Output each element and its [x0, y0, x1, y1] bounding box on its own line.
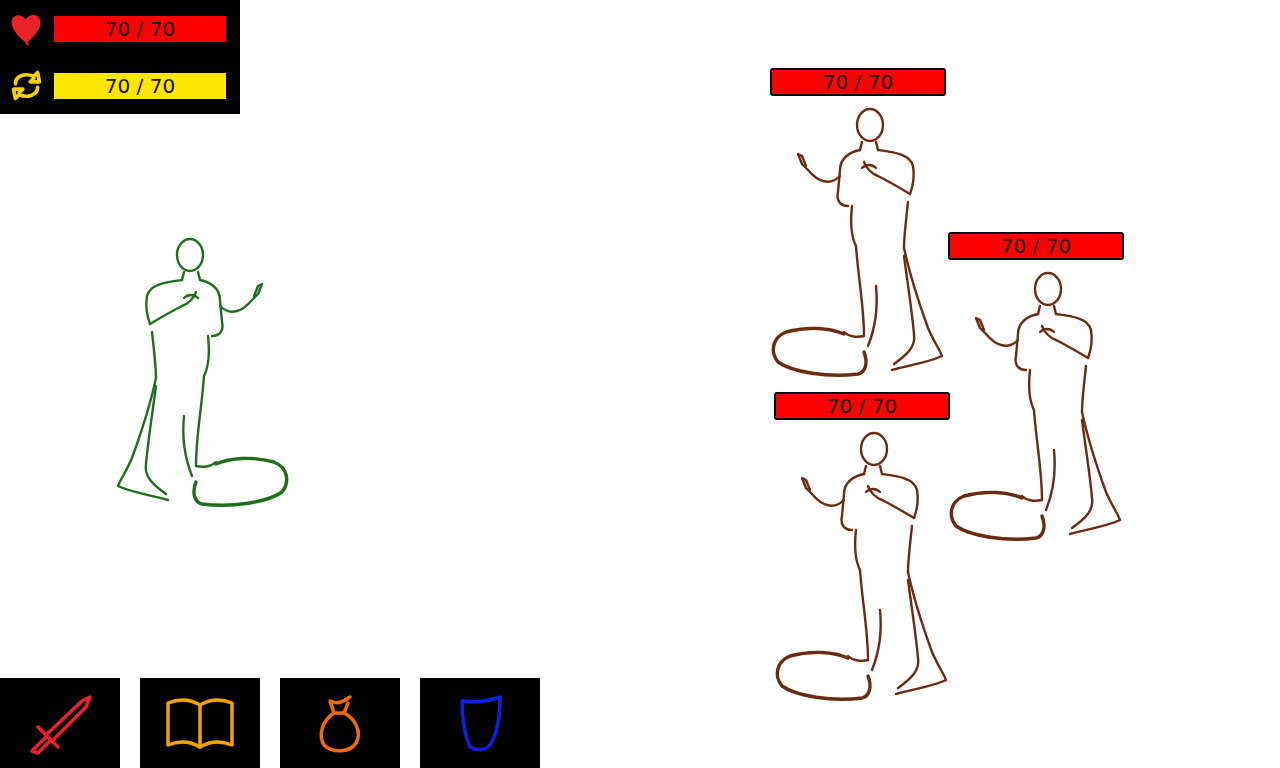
enemy-health-bar: 70 / 70 [948, 232, 1124, 260]
item-button[interactable] [280, 678, 400, 768]
player-figure[interactable] [112, 236, 292, 511]
player-status-panel: 70 / 70 70 / 70 [0, 0, 240, 114]
health-row: 70 / 70 [8, 10, 226, 47]
book-icon [160, 691, 240, 755]
enemy-unit[interactable]: 70 / 70 [772, 392, 952, 705]
enemy-health-bar: 70 / 70 [770, 68, 946, 96]
battle-screen: 70 / 70 70 / 70 70 / 70 70 / 70 70 / 70 [0, 0, 1280, 768]
bar-reading: 70 / 70 [827, 394, 897, 418]
heart-icon [8, 10, 45, 47]
energy-bar: 70 / 70 [54, 73, 226, 99]
bar-reading: 70 / 70 [105, 74, 175, 98]
energy-row: 70 / 70 [8, 67, 226, 104]
enemy-figure[interactable] [768, 106, 948, 381]
enemy-health: 70 / 70 [770, 68, 946, 96]
sword-icon [20, 691, 100, 755]
shield-icon [440, 691, 520, 755]
enemy-figure[interactable] [946, 270, 1126, 545]
enemy-health: 70 / 70 [948, 232, 1124, 260]
enemy-unit[interactable]: 70 / 70 [946, 232, 1126, 545]
attack-button[interactable] [0, 678, 120, 768]
action-bar [0, 678, 540, 768]
enemy-health: 70 / 70 [774, 392, 950, 420]
bar-reading: 70 / 70 [1001, 234, 1071, 258]
enemy-figure[interactable] [772, 430, 952, 705]
enemy-health-bar: 70 / 70 [774, 392, 950, 420]
health-bar: 70 / 70 [54, 16, 226, 42]
defend-button[interactable] [420, 678, 540, 768]
enemy-unit[interactable]: 70 / 70 [768, 68, 948, 381]
spell-button[interactable] [140, 678, 260, 768]
player-unit [112, 236, 292, 511]
bag-icon [300, 691, 380, 755]
bar-reading: 70 / 70 [823, 70, 893, 94]
cycle-icon [8, 67, 45, 104]
bar-reading: 70 / 70 [105, 17, 175, 41]
